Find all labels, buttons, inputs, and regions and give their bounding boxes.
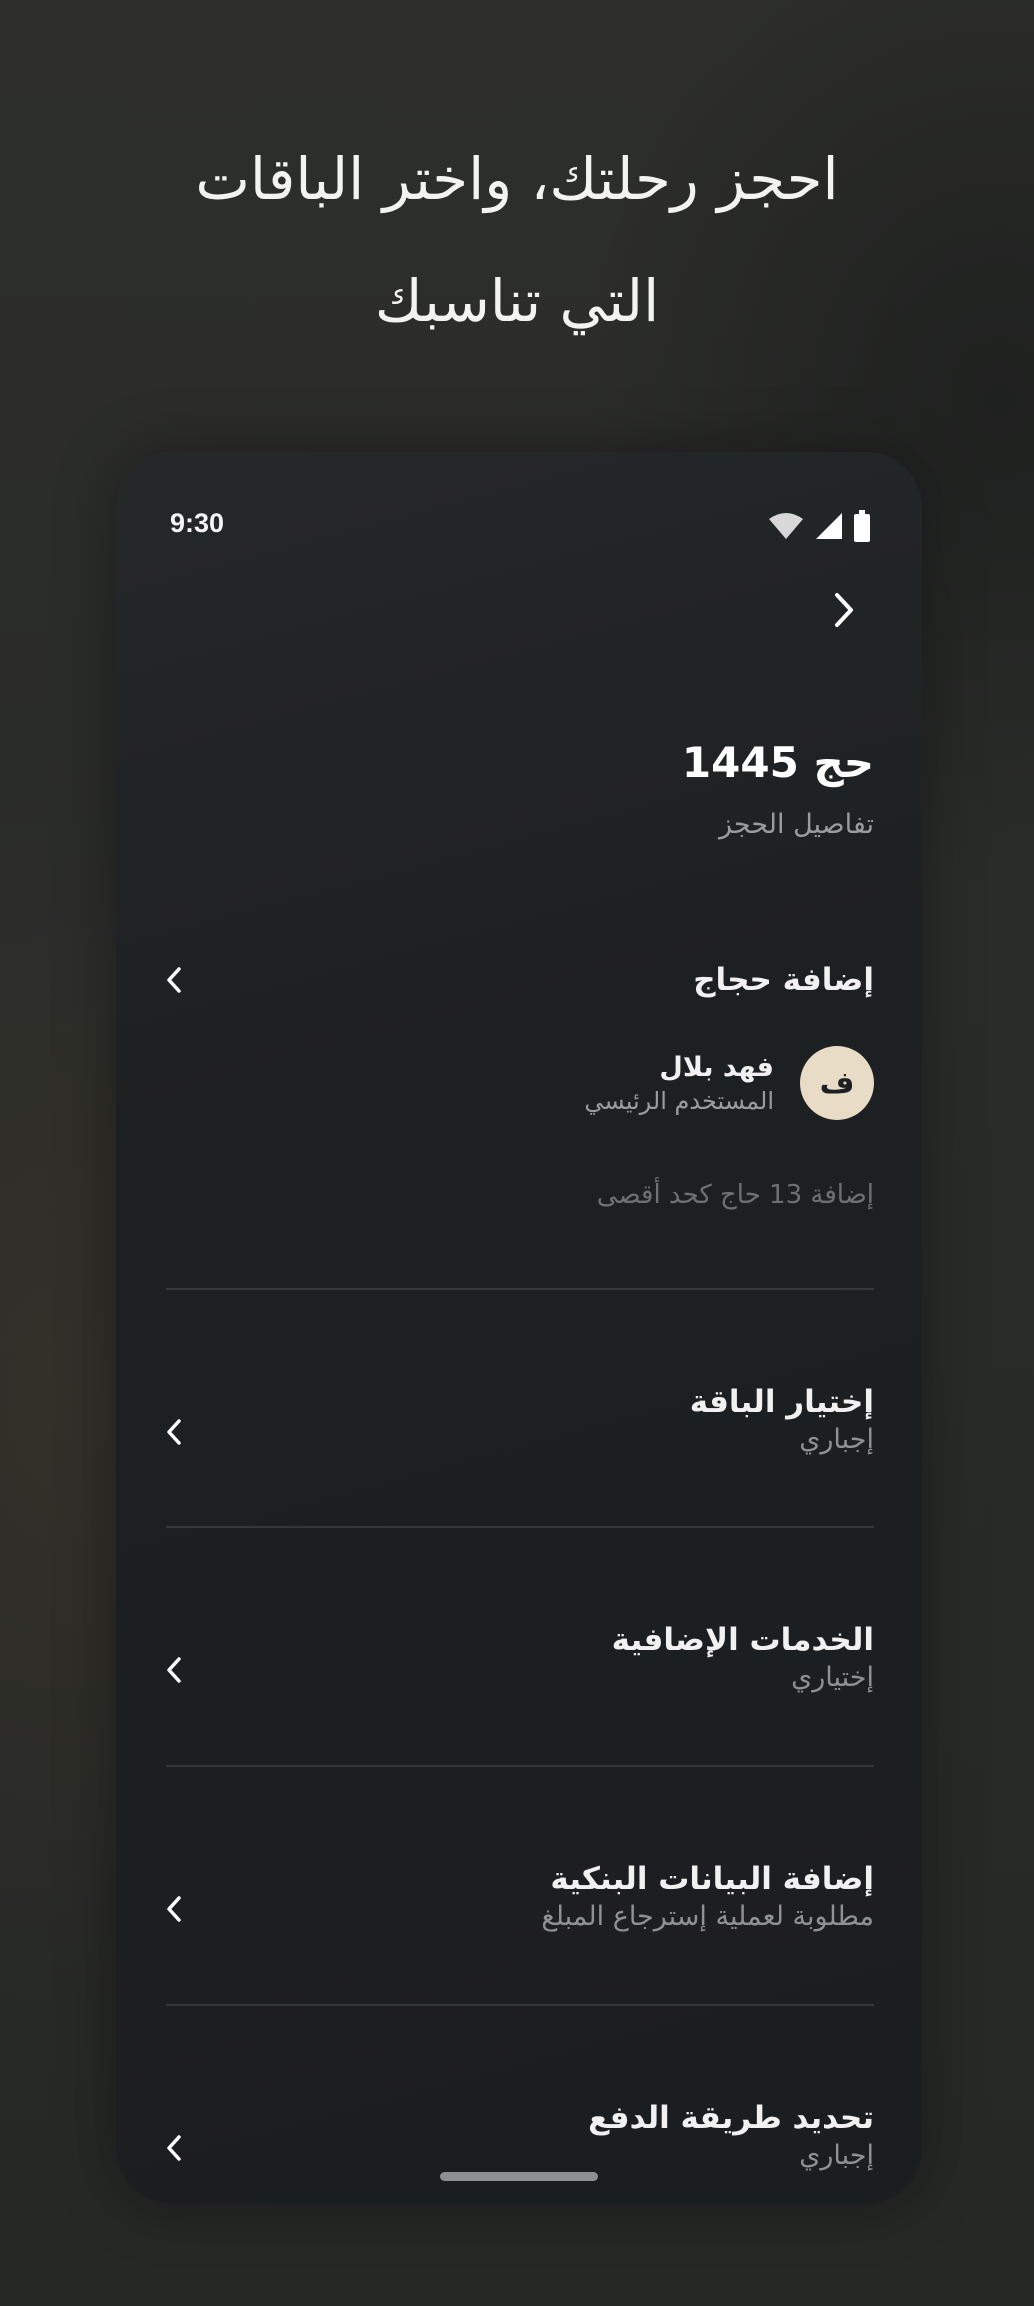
signal-icon (814, 511, 844, 545)
battery-icon (854, 510, 870, 546)
promo-headline: احجز رحلتك، واختر الباقات التي تناسبك (0, 118, 1034, 362)
headline-line-2: التي تناسبك (374, 267, 660, 335)
avatar: ف (800, 1046, 874, 1120)
back-button[interactable] (824, 592, 864, 632)
headline-line-1: احجز رحلتك، واختر الباقات (195, 145, 839, 213)
traveler-info: فهد بلال المستخدم الرئيسي (584, 1052, 774, 1115)
section-subtitle: إجباري (799, 1424, 874, 1455)
add-pilgrims-label: إضافة حجاج (693, 962, 874, 998)
page-subtitle: تفاصيل الحجز (719, 809, 874, 840)
package-selection-row[interactable]: إختيار الباقة (160, 1358, 874, 1446)
chevron-left-icon (160, 1895, 188, 1923)
divider (166, 2004, 874, 2006)
section-subtitle: إجباري (799, 2140, 874, 2171)
phone-screen: 9:30 حج 1445 تفاصيل الحجز إضافة حجاج ف ف… (116, 452, 922, 2204)
section-title: إختيار الباقة (689, 1384, 874, 1420)
traveler-name: فهد بلال (659, 1051, 774, 1083)
divider (166, 1526, 874, 1528)
home-indicator[interactable] (440, 2172, 598, 2181)
chevron-right-icon (833, 592, 855, 632)
chevron-left-icon (160, 1418, 188, 1446)
chevron-left-icon (160, 966, 188, 994)
payment-method-row[interactable]: تحديد طريقة الدفع (160, 2074, 874, 2162)
status-time: 9:30 (170, 508, 225, 538)
traveler-role: المستخدم الرئيسي (584, 1086, 774, 1115)
section-subtitle: مطلوبة لعملية إسترجاع المبلغ (541, 1901, 874, 1932)
page-title: حج 1445 (681, 738, 874, 787)
section-title: إضافة البيانات البنكية (550, 1861, 874, 1897)
chevron-left-icon (160, 2134, 188, 2162)
section-title: تحديد طريقة الدفع (588, 2100, 874, 2136)
chevron-left-icon (160, 1656, 188, 1684)
status-icons (768, 510, 870, 546)
section-title: الخدمات الإضافية (611, 1622, 874, 1658)
add-pilgrims-row[interactable]: إضافة حجاج (160, 962, 874, 998)
wifi-icon (768, 511, 804, 545)
traveler-item[interactable]: ف فهد بلال المستخدم الرئيسي (584, 1046, 874, 1120)
additional-services-row[interactable]: الخدمات الإضافية (160, 1596, 874, 1684)
divider (166, 1765, 874, 1767)
section-subtitle: إختياري (791, 1662, 874, 1693)
divider (166, 1288, 874, 1290)
max-pilgrims-hint: إضافة 13 حاج كحد أقصى (596, 1180, 874, 1210)
